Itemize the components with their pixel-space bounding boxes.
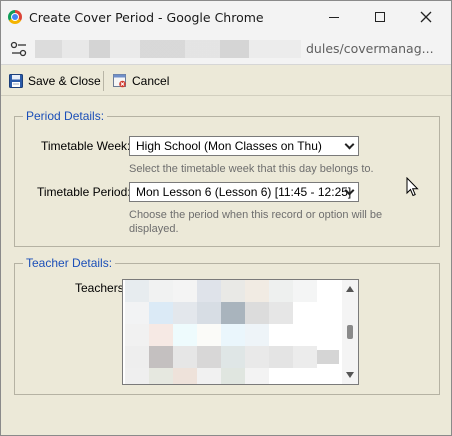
mouse-cursor-icon bbox=[406, 177, 419, 197]
floppy-disk-icon bbox=[9, 74, 23, 88]
timetable-period-hint: Choose the period when this record or op… bbox=[129, 209, 383, 221]
timetable-week-hint: Select the timetable week that this day … bbox=[129, 163, 374, 175]
redacted-list-tile bbox=[197, 346, 221, 368]
redacted-list-tile bbox=[245, 302, 269, 324]
url-text[interactable]: dules/covermanag... bbox=[306, 41, 434, 56]
maximize-icon bbox=[375, 12, 385, 22]
window-title: Create Cover Period - Google Chrome bbox=[29, 10, 264, 25]
redacted-list-tile bbox=[245, 280, 269, 302]
timetable-period-hint-cont: displayed. bbox=[129, 223, 179, 235]
redacted-list-tile bbox=[269, 302, 293, 324]
browser-window: Create Cover Period - Google Chrome dule… bbox=[0, 0, 452, 436]
redacted-list-tile bbox=[149, 280, 173, 302]
redacted-list-tile bbox=[197, 302, 221, 324]
redacted-list-tile bbox=[149, 346, 173, 368]
redacted-list-tile bbox=[293, 280, 317, 302]
redacted-list-tile bbox=[269, 280, 293, 302]
chrome-logo-icon bbox=[8, 10, 22, 24]
redacted-list-tile bbox=[149, 302, 173, 324]
redacted-list-tile bbox=[221, 280, 245, 302]
timetable-week-label: Timetable Week: bbox=[41, 139, 131, 153]
redacted-list-tile bbox=[125, 346, 149, 368]
timetable-week-select[interactable]: High School (Mon Classes on Thu) bbox=[129, 136, 359, 156]
redacted-list-tile bbox=[245, 368, 269, 384]
redacted-list-tile bbox=[269, 346, 293, 368]
address-bar[interactable]: dules/covermanag... bbox=[1, 33, 451, 65]
tune-icon[interactable] bbox=[10, 41, 28, 57]
redacted-list-tile bbox=[125, 368, 149, 384]
redacted-list-tile bbox=[173, 280, 197, 302]
timetable-week-value: High School (Mon Classes on Thu) bbox=[136, 139, 322, 153]
redacted-list-tile bbox=[197, 324, 221, 346]
chevron-down-icon bbox=[344, 139, 355, 150]
timetable-period-label: Timetable Period: bbox=[37, 185, 131, 199]
teacher-details-legend: Teacher Details: bbox=[23, 256, 116, 270]
scroll-down-icon[interactable] bbox=[346, 372, 354, 378]
redacted-url-part bbox=[35, 40, 185, 58]
redacted-list-tile bbox=[173, 368, 197, 384]
redacted-list-tile bbox=[125, 324, 149, 346]
teachers-listbox[interactable] bbox=[122, 279, 359, 385]
toolbar: Save & Close Cancel bbox=[1, 66, 451, 96]
redacted-list-tile bbox=[293, 346, 317, 368]
teachers-scrollbar[interactable] bbox=[342, 280, 358, 384]
minimize-button[interactable] bbox=[311, 1, 357, 33]
cancel-button[interactable]: Cancel bbox=[113, 71, 169, 91]
redacted-list-tile bbox=[125, 280, 149, 302]
redacted-list-tile bbox=[173, 302, 197, 324]
redacted-list-tile bbox=[149, 324, 173, 346]
save-close-button[interactable]: Save & Close bbox=[9, 71, 101, 91]
timetable-period-value: Mon Lesson 6 (Lesson 6) [11:45 - 12:25] bbox=[136, 185, 352, 199]
maximize-button[interactable] bbox=[357, 1, 403, 33]
redacted-list-tile bbox=[149, 368, 173, 384]
redacted-list-tile bbox=[221, 368, 245, 384]
scroll-up-icon[interactable] bbox=[346, 286, 354, 292]
cancel-document-icon bbox=[113, 74, 126, 88]
close-icon bbox=[420, 11, 432, 23]
teachers-label: Teachers: bbox=[75, 281, 128, 295]
redacted-list-tile bbox=[221, 324, 245, 346]
redacted-url-part bbox=[185, 40, 301, 58]
period-details-legend: Period Details: bbox=[23, 109, 108, 123]
save-close-label: Save & Close bbox=[28, 74, 101, 88]
redacted-list-tile bbox=[221, 302, 245, 324]
toolbar-divider bbox=[103, 71, 104, 91]
redacted-list-tile bbox=[221, 346, 245, 368]
scroll-thumb[interactable] bbox=[347, 325, 353, 339]
redacted-list-tile bbox=[173, 346, 197, 368]
redacted-list-tile bbox=[197, 368, 221, 384]
minimize-icon bbox=[329, 16, 339, 18]
redacted-list-tile bbox=[317, 350, 339, 364]
redacted-list-tile bbox=[245, 324, 269, 346]
cancel-label: Cancel bbox=[132, 74, 170, 88]
close-button[interactable] bbox=[403, 1, 449, 33]
title-bar: Create Cover Period - Google Chrome bbox=[1, 1, 451, 33]
redacted-list-tile bbox=[125, 302, 149, 324]
redacted-list-tile bbox=[245, 346, 269, 368]
redacted-list-tile bbox=[197, 280, 221, 302]
redacted-list-tile bbox=[173, 324, 197, 346]
timetable-period-select[interactable]: Mon Lesson 6 (Lesson 6) [11:45 - 12:25] bbox=[129, 182, 359, 202]
